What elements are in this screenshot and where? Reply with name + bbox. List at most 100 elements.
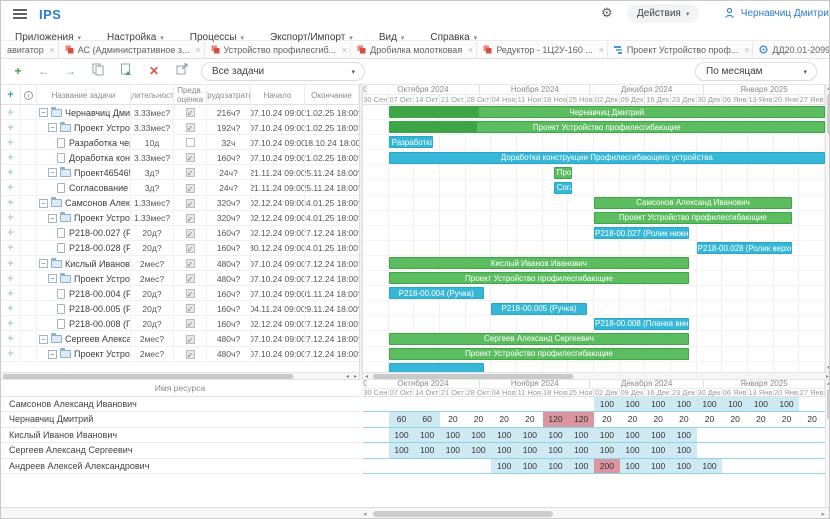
estimate-checkbox[interactable]: ✓: [186, 199, 195, 208]
paste-button[interactable]: [117, 63, 135, 81]
gantt-bar[interactable]: Проект Устройство профилесгибающие: [389, 272, 690, 284]
gantt-bar[interactable]: Чернавчиц Дмитрий: [389, 106, 825, 118]
estimate-checkbox[interactable]: ✓: [186, 335, 195, 344]
gantt-bar[interactable]: P218-00.004 (Ручка): [389, 287, 484, 299]
table-row[interactable]: +Доработка констру3.33мес?✓160ч?07.10.24…: [1, 150, 359, 165]
plus-icon[interactable]: +: [7, 122, 13, 134]
gantt-bar[interactable]: Самсонов Александ Иванович: [594, 197, 792, 209]
table-horizontal-scrollbar[interactable]: ◂ ▸: [1, 372, 359, 380]
gantt-bar[interactable]: Проект Устройство профилесгибающие: [594, 212, 792, 224]
tab-2[interactable]: АС (Административное з...×: [59, 42, 205, 59]
estimate-checkbox[interactable]: ✓: [186, 319, 195, 328]
tab-1[interactable]: авигатор×: [1, 42, 59, 59]
collapse-icon[interactable]: −: [48, 123, 57, 132]
table-row[interactable]: +P218-00.004 (Ручка20д?✓160ч?07.10.24 09…: [1, 286, 359, 301]
estimate-checkbox[interactable]: ✓: [186, 229, 195, 238]
plus-icon[interactable]: +: [7, 137, 13, 149]
collapse-icon[interactable]: −: [39, 259, 48, 268]
plus-icon[interactable]: +: [7, 303, 13, 315]
collapse-icon[interactable]: −: [39, 108, 48, 117]
plus-icon[interactable]: +: [7, 288, 13, 300]
tab-7[interactable]: ДД20.01-2099 (Коммутат...×: [753, 42, 830, 59]
gantt-bar[interactable]: Согла: [554, 182, 572, 194]
gantt-bar[interactable]: Проект Устройство профилесгибающие: [389, 348, 690, 360]
gantt-bar[interactable]: P218-00.028 (Ролик верхний): [697, 242, 792, 254]
resource-row[interactable]: Кислый Иванов Иванович: [1, 428, 359, 443]
table-row[interactable]: +−Самсонов Александ Ив1.33мес?✓320ч?02.1…: [1, 196, 359, 211]
estimate-checkbox[interactable]: [186, 138, 195, 147]
table-row[interactable]: +P218-00.028 (Ролик20д?✓160ч?30.12.24 09…: [1, 241, 359, 256]
resource-row[interactable]: Сергеев Александ Сергеевич: [1, 443, 359, 458]
tab-5[interactable]: Редуктор - 1Ц2У-160 ...×: [477, 42, 608, 59]
table-row[interactable]: +P218-00.027 (Ролик20д?✓160ч?02.12.24 09…: [1, 226, 359, 241]
estimate-checkbox[interactable]: ✓: [186, 168, 195, 177]
table-row[interactable]: +−Чернавчиц Дмитрий3.33мес?✓216ч?07.10.2…: [1, 105, 359, 120]
plus-icon[interactable]: +: [7, 182, 13, 194]
plus-icon[interactable]: +: [7, 258, 13, 270]
scroll-right-icon[interactable]: ▸: [821, 510, 825, 518]
collapse-icon[interactable]: −: [48, 350, 57, 359]
gantt-bar[interactable]: P218-00.027 (Ролик нижний): [594, 227, 689, 239]
gantt-bar[interactable]: Кислый Иванов Иванович: [389, 257, 690, 269]
collapse-icon[interactable]: −: [48, 214, 57, 223]
estimate-checkbox[interactable]: ✓: [186, 123, 195, 132]
plus-icon[interactable]: +: [7, 227, 13, 239]
plus-icon[interactable]: +: [7, 167, 13, 179]
gantt-bar[interactable]: P218-00.008 (Планка винтовая): [594, 318, 689, 330]
table-row[interactable]: +−Проект4654654654653д?✓24ч?21.11.24 09:…: [1, 165, 359, 180]
estimate-checkbox[interactable]: ✓: [186, 214, 195, 223]
plus-icon[interactable]: +: [7, 152, 13, 164]
actions-button[interactable]: Действия▾: [627, 4, 699, 23]
gantt-bar[interactable]: [389, 363, 484, 372]
plus-icon[interactable]: +: [7, 212, 13, 224]
indent-right-button[interactable]: →: [61, 63, 79, 81]
plus-icon[interactable]: +: [7, 348, 13, 360]
estimate-checkbox[interactable]: ✓: [186, 153, 195, 162]
hamburger-menu-icon[interactable]: [13, 9, 27, 19]
edit-link-button[interactable]: [173, 63, 191, 81]
time-scale-dropdown[interactable]: По месяцам▾: [695, 62, 817, 81]
table-row[interactable]: +−Проект Устройство пр2мес?✓480ч?07.10.2…: [1, 347, 359, 362]
resource-row[interactable]: Андреев Алексей Александрович: [1, 459, 359, 474]
estimate-checkbox[interactable]: ✓: [186, 274, 195, 283]
table-row[interactable]: +Разработка чертеж10д32ч07.10.24 09:0018…: [1, 135, 359, 150]
collapse-icon[interactable]: −: [39, 335, 48, 344]
close-icon[interactable]: ×: [599, 42, 604, 58]
gantt-horizontal-scrollbar[interactable]: ◂ ▸: [363, 372, 830, 380]
close-icon[interactable]: ×: [342, 42, 347, 58]
estimate-checkbox[interactable]: ✓: [186, 108, 195, 117]
gantt-bar[interactable]: Сергеев Александ Сергеевич: [389, 333, 690, 345]
table-row[interactable]: +P218-00.008 (Планк20д?✓160ч?02.12.24 09…: [1, 316, 359, 331]
estimate-checkbox[interactable]: ✓: [186, 304, 195, 313]
plus-icon[interactable]: +: [7, 273, 13, 285]
estimate-checkbox[interactable]: ✓: [186, 350, 195, 359]
indent-left-button[interactable]: ←: [35, 63, 53, 81]
table-row[interactable]: +−Проект Устройство пр1.33мес?✓320ч?02.1…: [1, 211, 359, 226]
load-grid-vertical-scrollbar[interactable]: ▲: [825, 380, 830, 507]
gantt-bar[interactable]: Прое: [554, 167, 572, 179]
gantt-bar[interactable]: Проект Устройство профилесгибающие: [389, 121, 825, 133]
plus-icon[interactable]: +: [7, 107, 13, 119]
tab-3[interactable]: Устройство профилесгиб...×: [205, 42, 352, 59]
estimate-checkbox[interactable]: ✓: [186, 289, 195, 298]
plus-icon[interactable]: +: [7, 242, 13, 254]
user-menu[interactable]: Чернавчиц Дмитрий▾: [725, 4, 830, 23]
table-row[interactable]: +Согласование КД23д?✓24ч?21.11.24 09:002…: [1, 181, 359, 196]
resource-row[interactable]: Чернавчиц Дмитрий: [1, 412, 359, 427]
collapse-icon[interactable]: −: [39, 199, 48, 208]
scroll-left-icon[interactable]: ◂: [363, 510, 367, 518]
estimate-checkbox[interactable]: ✓: [186, 259, 195, 268]
close-icon[interactable]: ×: [744, 42, 749, 58]
settings-gear-icon[interactable]: ⚙: [601, 5, 613, 21]
collapse-icon[interactable]: −: [48, 274, 57, 283]
gantt-bar[interactable]: Доработка конструкции Профилесгибающего …: [389, 152, 825, 164]
resource-row[interactable]: Самсонов Александ Иванович: [1, 397, 359, 412]
table-row[interactable]: +P218-00.005 (Ручка20д?✓160ч?04.11.24 09…: [1, 301, 359, 316]
plus-icon[interactable]: +: [7, 197, 13, 209]
gantt-bar[interactable]: P218-00.005 (Ручка): [491, 303, 586, 315]
table-row[interactable]: +−Проект Устройство пр3.33мес?✓192ч?07.1…: [1, 120, 359, 135]
tab-4[interactable]: Дробилка молотковая×: [351, 42, 477, 59]
gantt-bar[interactable]: Разработка черт: [389, 136, 433, 148]
close-icon[interactable]: ×: [49, 42, 54, 58]
plus-icon[interactable]: +: [7, 318, 13, 330]
